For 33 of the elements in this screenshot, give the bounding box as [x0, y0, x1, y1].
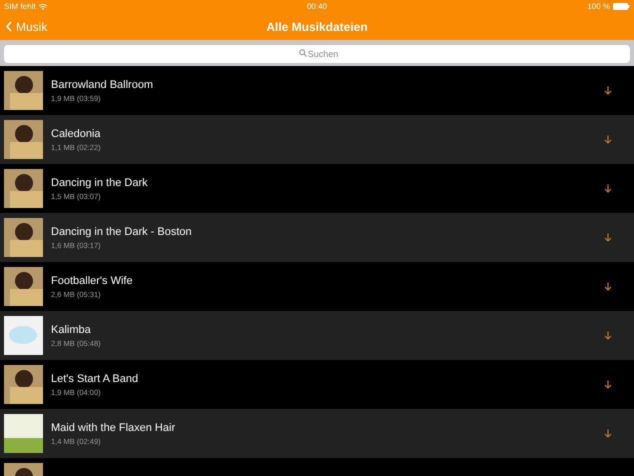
song-title: Maid with the Flaxen Hair — [51, 422, 176, 434]
battery-text: 100 % — [587, 2, 610, 11]
search-icon — [299, 49, 307, 57]
album-cover — [4, 169, 43, 208]
download-arrow-icon[interactable] — [604, 86, 612, 95]
song-title: Barrowland Ballroom — [51, 78, 154, 90]
song-title: Caledonia — [51, 128, 102, 140]
song-title: Footballer's Wife — [51, 274, 134, 286]
album-cover — [4, 316, 43, 355]
song-title: Let's Start A Band — [51, 372, 140, 384]
battery-icon — [613, 3, 630, 10]
download-arrow-icon[interactable] — [604, 184, 612, 193]
song-title: Kalimba — [51, 324, 92, 336]
download-arrow-icon[interactable] — [604, 429, 612, 438]
album-cover — [4, 365, 43, 404]
chevron-left-icon — [6, 21, 12, 32]
download-arrow-icon[interactable] — [604, 380, 612, 389]
song-title: Dancing in the Dark — [51, 176, 149, 188]
download-arrow-icon[interactable] — [604, 331, 612, 340]
screen-title: Alle Musikdateien — [266, 20, 368, 34]
album-cover — [4, 267, 43, 306]
carrier-text: SIM fehlt — [4, 2, 36, 11]
album-cover — [4, 218, 43, 257]
song-title: Dancing in the Dark - Boston — [51, 226, 193, 238]
album-cover — [4, 71, 43, 110]
album-cover — [4, 414, 43, 453]
download-arrow-icon[interactable] — [604, 233, 612, 242]
wifi-icon — [38, 4, 47, 10]
download-arrow-icon[interactable] — [604, 282, 612, 291]
album-cover — [4, 120, 43, 159]
download-arrow-icon[interactable] — [604, 135, 612, 144]
clock-text: 00:40 — [306, 2, 328, 11]
search-field[interactable]: Suchen — [4, 45, 630, 63]
